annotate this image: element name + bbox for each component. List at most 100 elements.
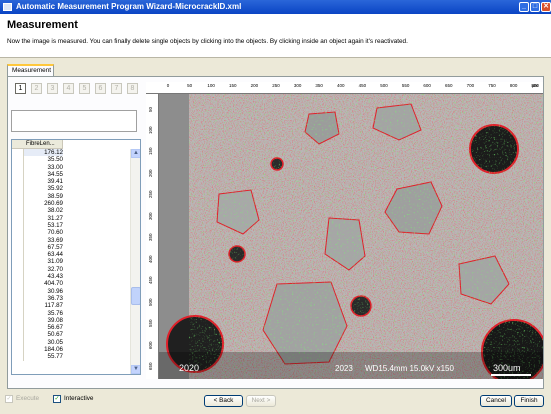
table-row[interactable]: 43.43 [12, 273, 130, 281]
row-header [12, 214, 24, 222]
table-row[interactable]: 35.92 [12, 185, 130, 193]
ruler-y-tick: 650 [148, 362, 153, 370]
table-row[interactable]: 55.77 [12, 353, 130, 361]
image-tab-1[interactable]: 1 [15, 83, 26, 94]
table-row[interactable]: 39.08 [12, 316, 130, 325]
green-microcracks[interactable] [189, 94, 543, 379]
measurement-table[interactable]: FibreLen... 176.12 35.50 33.00 34.55 39.41 35… [11, 139, 141, 375]
close-icon: ✕ [543, 3, 549, 10]
vertical-scrollbar[interactable]: ▲ ▼ [130, 149, 140, 374]
close-button[interactable]: ✕ [541, 2, 551, 12]
minimize-button[interactable]: _ [519, 2, 529, 12]
wizard-header: Measurement Now the image is measured. Y… [0, 14, 551, 58]
row-header [12, 287, 24, 295]
interactive-checkbox[interactable]: ✓ [53, 395, 61, 403]
fibre-length-cell: 30.96 [47, 287, 63, 295]
image-tab-8[interactable]: 8 [127, 83, 138, 94]
ruler-x-tick: 0 [166, 83, 170, 88]
table-row[interactable]: 176.12 [12, 149, 130, 157]
image-tab-3[interactable]: 3 [47, 83, 58, 94]
fibre-length-cell: 35.50 [47, 156, 63, 164]
fibre-length-cell: 31.27 [47, 214, 63, 222]
table-row[interactable]: 63.44 [12, 251, 130, 259]
image-tab-4[interactable]: 4 [63, 83, 74, 94]
row-header [12, 302, 24, 310]
ruler-x-tick: 250 [272, 83, 280, 88]
ruler-y-tick: 150 [148, 147, 153, 155]
vertical-ruler: 50 100 150 200 250 300 350 400 450 500 550 600 650 [146, 94, 159, 379]
image-tab-6[interactable]: 6 [95, 83, 106, 94]
table-row[interactable]: 33.00 [12, 163, 130, 171]
scroll-down-icon[interactable]: ▼ [131, 365, 140, 374]
image-tab-5[interactable]: 5 [79, 83, 90, 94]
table-row[interactable]: 33.69 [12, 236, 130, 244]
fibre-length-cell: 55.77 [47, 353, 63, 361]
table-row[interactable]: 39.41 [12, 178, 130, 186]
next-button[interactable]: Next > [246, 395, 276, 407]
scroll-up-icon[interactable]: ▲ [131, 149, 140, 158]
fibre-length-cell: 32.70 [47, 265, 63, 273]
fibre-length-cell: 70.60 [47, 229, 63, 237]
column-header-fibre-length[interactable]: FibreLen... [12, 140, 63, 149]
measured-image[interactable]: 2020 2023 WD15.4mm 15.0kV x150 300um [159, 94, 543, 379]
table-row[interactable]: 30.96 [12, 287, 130, 295]
table-row[interactable]: 31.27 [12, 214, 130, 222]
table-row[interactable]: 34.55 [12, 170, 130, 179]
table-row[interactable]: 38.59 [12, 192, 130, 201]
table-row[interactable]: 35.76 [12, 309, 130, 317]
row-header [12, 309, 24, 317]
cancel-button[interactable]: Cancel [480, 395, 512, 407]
table-row[interactable]: 38.02 [12, 207, 130, 215]
table-row[interactable]: 53.17 [12, 221, 130, 230]
table-row[interactable]: 67.57 [12, 243, 130, 252]
fibre-length-cell: 39.41 [47, 178, 63, 186]
table-row[interactable]: 30.05 [12, 338, 130, 347]
ruler-y-tick: 500 [148, 297, 153, 306]
table-row[interactable]: 70.60 [12, 229, 130, 237]
image-tab-2[interactable]: 2 [31, 83, 42, 94]
ruler-x-tick: 450 [358, 83, 367, 88]
fibre-length-cell: 117.87 [44, 302, 63, 310]
table-row[interactable]: 56.67 [12, 324, 130, 332]
ruler-x-tick: 800 [509, 83, 518, 88]
finish-button[interactable]: Finish [514, 395, 544, 407]
scroll-thumb[interactable] [131, 287, 140, 305]
ruler-x-tick: 100 [207, 83, 215, 88]
scalebar-label: 300um [493, 363, 521, 373]
image-viewer[interactable]: 0 50 100 150 200 250 300 350 400 450 500 550 600 650 7… [146, 82, 543, 379]
image-tab-7[interactable]: 7 [111, 83, 122, 94]
table-rows: 176.12 35.50 33.00 34.55 39.41 35.92 38.59 260.… [12, 149, 130, 361]
overlay-text-mid: 2023 [335, 364, 353, 373]
ruler-x-tick: 550 [401, 83, 410, 88]
tab-measurement[interactable]: Measurement [7, 64, 54, 76]
ruler-y-tick: 400 [148, 254, 153, 263]
back-button[interactable]: < Back [204, 395, 243, 407]
fibre-length-cell: 33.69 [47, 236, 63, 244]
execute-checkbox[interactable]: ✓ [5, 395, 13, 403]
fibre-length-cell: 35.76 [47, 309, 63, 317]
page-title: Measurement [7, 19, 78, 31]
title-bar[interactable]: Automatic Measurement Program Wizard-Mic… [0, 0, 551, 14]
fibre-length-cell: 53.17 [47, 221, 63, 229]
maximize-button[interactable]: □ [530, 2, 540, 12]
table-row[interactable]: 117.87 [12, 302, 130, 310]
fibre-length-cell: 404.70 [44, 280, 63, 288]
table-row[interactable]: 404.70 [12, 280, 130, 288]
table-row[interactable]: 184.06 [12, 346, 130, 354]
table-row[interactable]: 35.50 [12, 156, 130, 164]
table-row[interactable]: 36.73 [12, 294, 130, 303]
row-header [12, 149, 24, 157]
fibre-length-cell: 34.55 [47, 170, 63, 178]
table-row[interactable]: 50.67 [12, 331, 130, 339]
table-row[interactable]: 31.09 [12, 258, 130, 266]
table-row[interactable]: 32.70 [12, 265, 130, 274]
row-header [12, 229, 24, 237]
row-header [12, 338, 24, 347]
fibre-length-cell: 260.69 [44, 200, 63, 208]
fibre-length-cell: 30.05 [47, 338, 63, 346]
microscope-image[interactable]: 2020 2023 WD15.4mm 15.0kV x150 300um [159, 94, 543, 379]
row-header [12, 156, 24, 164]
table-row[interactable]: 260.69 [12, 200, 130, 208]
fibre-length-cell: 35.92 [47, 185, 63, 193]
fibre-length-cell: 36.73 [47, 294, 63, 302]
